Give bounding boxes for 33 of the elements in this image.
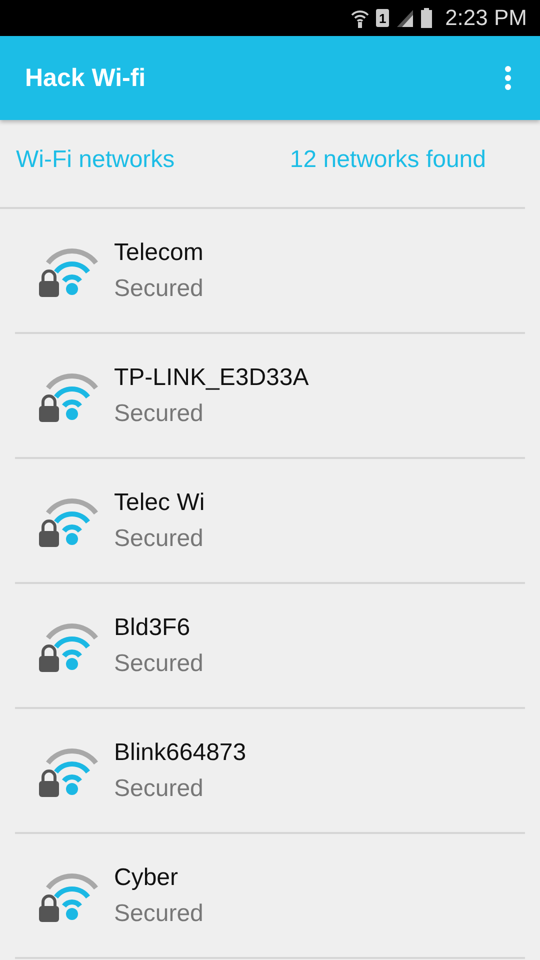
wifi-icon bbox=[351, 8, 370, 28]
signal-icon bbox=[396, 9, 414, 27]
more-menu-icon[interactable] bbox=[504, 66, 512, 90]
battery-icon bbox=[421, 8, 432, 28]
network-status: Secured bbox=[114, 900, 204, 928]
network-count: 12 networks found bbox=[290, 146, 486, 175]
network-item[interactable]: Telecom Secured bbox=[15, 209, 525, 334]
network-name: Blink664873 bbox=[114, 738, 246, 766]
locked-wifi-icon bbox=[38, 496, 100, 548]
locked-wifi-icon bbox=[38, 372, 100, 424]
network-name: TP-LINK_E3D33A bbox=[114, 364, 309, 392]
network-name: Bld3F6 bbox=[114, 614, 192, 642]
network-item[interactable]: Bld3F6 Secured bbox=[15, 584, 525, 709]
sim-icon: 1 bbox=[376, 9, 390, 27]
network-status: Secured bbox=[114, 524, 204, 552]
network-status: Secured bbox=[114, 774, 204, 802]
locked-wifi-icon bbox=[38, 246, 100, 298]
network-name: Telecom bbox=[114, 238, 204, 266]
app-title: Hack Wi-fi bbox=[25, 64, 146, 92]
network-name: Telec Wi bbox=[114, 488, 205, 516]
locked-wifi-icon bbox=[38, 622, 100, 674]
network-status: Secured bbox=[114, 274, 204, 302]
status-time: 2:23 PM bbox=[445, 5, 527, 31]
network-item[interactable]: Cyber Secured bbox=[15, 834, 525, 959]
network-status: Secured bbox=[114, 650, 204, 678]
network-status: Secured bbox=[114, 400, 204, 428]
section-title: Wi-Fi networks bbox=[16, 146, 175, 175]
locked-wifi-icon bbox=[38, 746, 100, 798]
locked-wifi-icon bbox=[38, 872, 100, 924]
network-item[interactable]: Blink664873 Secured bbox=[15, 709, 525, 834]
network-item[interactable]: TP-LINK_E3D33A Secured bbox=[15, 334, 525, 459]
network-item[interactable]: Telec Wi Secured bbox=[15, 459, 525, 584]
network-name: Cyber bbox=[114, 864, 180, 892]
